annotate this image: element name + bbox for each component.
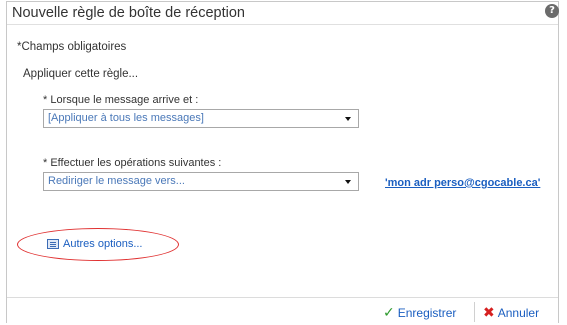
required-fields-note: *Champs obligatoires [17,41,127,53]
more-options-link[interactable]: Autres options... [47,238,143,250]
close-icon: ✖ [483,305,495,321]
save-label: Enregistrer [397,306,457,320]
condition-select-value: [Appliquer à tous les messages] [48,112,204,124]
action-select-value: Rediriger le message vers... [48,175,185,187]
button-separator [474,302,475,322]
dialog-titlebar: Nouvelle règle de boîte de réception ? [7,2,559,25]
chevron-down-icon [345,117,351,121]
condition-label: * Lorsque le message arrive et : [43,94,199,106]
footer-divider [7,297,558,298]
check-icon: ✓ [383,305,395,321]
condition-select[interactable]: [Appliquer à tous les messages] [43,109,359,128]
cancel-label: Annuler [497,306,540,320]
action-label: * Effectuer les opérations suivantes : [43,157,222,169]
chevron-down-icon [345,180,351,184]
action-select[interactable]: Rediriger le message vers... [43,172,359,191]
list-icon [47,239,59,249]
recipient-email-link[interactable]: 'mon adr perso@cgocable.ca' [385,177,540,189]
cancel-button[interactable]: ✖ Annuler [483,305,539,321]
inbox-rule-dialog: Nouvelle règle de boîte de réception ? *… [6,1,559,323]
more-options-label: Autres options... [63,238,143,250]
apply-rule-heading: Appliquer cette règle... [23,68,139,80]
help-icon[interactable]: ? [545,4,559,18]
dialog-title: Nouvelle règle de boîte de réception [12,5,245,21]
save-button[interactable]: ✓ Enregistrer [383,305,456,321]
